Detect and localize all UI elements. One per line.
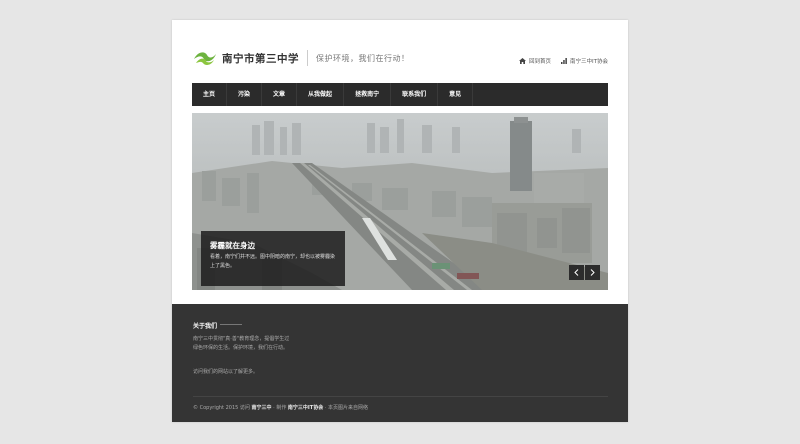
hero-description: 看着，南宁们并不远。图中阴暗的南宁，却也以被雾霾染上了黑色。: [210, 254, 336, 269]
nav-item-home[interactable]: 主页: [192, 83, 228, 106]
site-logo[interactable]: 南宁市第三中学 保护环境，我们在行动！: [193, 50, 410, 66]
logo-icon: [194, 52, 216, 65]
copyright-org-link[interactable]: 南宁三中IT协会: [288, 405, 323, 411]
main-nav: 主页 污染 文章 从我做起 拯救南宁 联系我们 意见: [192, 83, 608, 106]
about-heading-rule: [220, 324, 242, 325]
footer-divider: [193, 396, 608, 397]
site-name: 南宁市第三中学: [222, 52, 299, 65]
about-text: 南宁三中贯彻"真·善"教育理念，提倡学生过绿色环保的生活。保护环境，我们在行动。: [193, 336, 290, 351]
home-link[interactable]: 回到首页: [519, 57, 551, 65]
nav-item-save-nanning[interactable]: 拯救南宁: [344, 83, 392, 106]
hero-title: 雾霾就在身边: [210, 241, 255, 250]
hero-caption: 雾霾就在身边 看着，南宁们并不远。图中阴暗的南宁，却也以被雾霾染上了黑色。: [201, 231, 345, 286]
home-link-label: 回到首页: [529, 59, 552, 65]
logo-divider: [307, 50, 308, 66]
footer: 关于我们 南宁三中贯彻"真·善"教育理念，提倡学生过绿色环保的生活。保护环境，我…: [172, 304, 628, 422]
nav-item-feedback[interactable]: 意见: [438, 83, 474, 106]
copyright-mid: · 制作: [273, 405, 287, 411]
about-heading: 关于我们: [193, 323, 218, 330]
it-club-link-label: 南宁三中IT协会: [570, 59, 608, 65]
slider-prev-button[interactable]: [569, 265, 584, 280]
top-links: 回到首页 南宁三中IT协会: [509, 57, 608, 65]
copyright-suffix: · 本页图片来自网络: [324, 405, 368, 411]
nav-item-contact[interactable]: 联系我们: [391, 83, 439, 106]
it-club-link[interactable]: 南宁三中IT协会: [561, 57, 608, 65]
page-container: 南宁市第三中学 保护环境，我们在行动！ 回到首页 南宁三中IT协会 主页 污染 …: [172, 20, 628, 422]
about-more-link[interactable]: 访问我们的网站以了解更多。: [193, 368, 258, 375]
site-slogan: 保护环境，我们在行动！: [316, 53, 410, 63]
slider-next-button[interactable]: [585, 265, 600, 280]
chevron-right-icon: [590, 269, 595, 276]
nav-item-start-with-me[interactable]: 从我做起: [297, 83, 345, 106]
copyright: © Copyright 2015 访问 南宁三中 · 制作 南宁三中IT协会 ·…: [193, 404, 368, 411]
chevron-left-icon: [574, 269, 579, 276]
hero-slider[interactable]: 雾霾就在身边 看着，南宁们并不远。图中阴暗的南宁，却也以被雾霾染上了黑色。: [192, 113, 608, 290]
copyright-school-link[interactable]: 南宁三中: [252, 405, 272, 411]
nav-item-pollution[interactable]: 污染: [227, 83, 263, 106]
slider-controls: [568, 265, 600, 280]
home-icon: [519, 58, 526, 64]
nav-item-articles[interactable]: 文章: [262, 83, 298, 106]
copyright-prefix: © Copyright 2015 访问: [193, 405, 250, 411]
signal-icon: [561, 58, 567, 64]
